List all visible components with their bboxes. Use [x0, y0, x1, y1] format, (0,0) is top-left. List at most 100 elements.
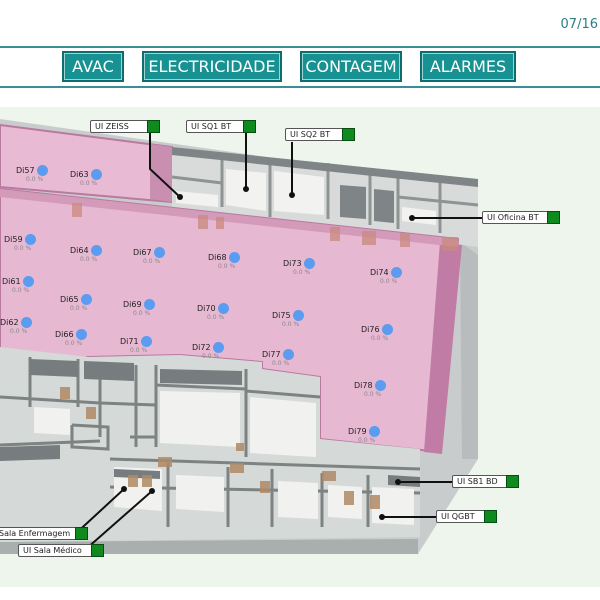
sensor-di77[interactable]: Di77 0.0 %: [262, 349, 294, 367]
nav-divider-bottom: [0, 86, 600, 88]
sensor-label: Di63: [70, 170, 89, 179]
unit-tag-oficina-bt[interactable]: UI Oficina BT: [482, 211, 560, 224]
sensor-value: 0.0 %: [272, 360, 290, 367]
sensor-dot-icon: [381, 324, 393, 335]
unit-label: UI ZEISS: [95, 122, 129, 131]
status-indicator-icon: [91, 544, 104, 557]
sensor-dot-icon: [143, 299, 155, 310]
sensor-value: 0.0 %: [70, 305, 88, 312]
sensor-label: Di68: [208, 253, 227, 262]
status-indicator-icon: [147, 120, 160, 133]
sensor-di71[interactable]: Di71 0.0 %: [120, 336, 152, 354]
sensor-value: 0.0 %: [143, 258, 161, 265]
unit-tag-sq2-bt[interactable]: UI SQ2 BT: [285, 128, 355, 141]
sensor-di65[interactable]: Di65 0.0 %: [60, 294, 92, 312]
sensor-dot-icon: [75, 329, 87, 340]
sensor-dot-icon: [282, 349, 294, 360]
sensor-value: 0.0 %: [133, 310, 151, 317]
sensor-value: 0.0 %: [80, 256, 98, 263]
building-east-wall: [460, 242, 478, 459]
sensor-value: 0.0 %: [293, 269, 311, 276]
nav-button-contagem[interactable]: CONTAGEM: [300, 51, 402, 82]
floor-plan-view: Di57 0.0 % Di63 0.0 % Di59 0.0 % Di64 0.0 % …: [0, 107, 600, 587]
sensor-value: 0.0 %: [207, 314, 225, 321]
sensor-di67[interactable]: Di67 0.0 %: [133, 247, 165, 265]
sensor-dot-icon: [292, 310, 304, 321]
nav-button-avac[interactable]: AVAC: [62, 51, 124, 82]
unit-label: UI SQ1 BT: [191, 122, 232, 131]
sensor-value: 0.0 %: [12, 287, 30, 294]
sensor-label: Di73: [283, 259, 302, 268]
sensor-value: 0.0 %: [282, 321, 300, 328]
unit-tag-qgbt[interactable]: UI QGBT: [436, 510, 497, 523]
sensor-dot-icon: [36, 165, 48, 176]
status-indicator-icon: [484, 510, 497, 523]
unit-tag-sala-enfermagem[interactable]: Sala Enfermagem: [0, 527, 88, 540]
sensor-value: 0.0 %: [14, 245, 32, 252]
sensor-dot-icon: [374, 380, 386, 391]
sensor-label: Di77: [262, 350, 281, 359]
sensor-di59[interactable]: Di59 0.0 %: [4, 234, 36, 252]
sensor-label: Di67: [133, 248, 152, 257]
unit-tag-zeiss[interactable]: UI ZEISS: [90, 120, 160, 133]
sensor-di79[interactable]: Di79 0.0 %: [348, 426, 380, 444]
sensor-di69[interactable]: Di69 0.0 %: [123, 299, 155, 317]
status-indicator-icon: [243, 120, 256, 133]
sensor-dot-icon: [217, 303, 229, 314]
sensor-value: 0.0 %: [80, 180, 98, 187]
unit-label: UI QGBT: [441, 512, 475, 521]
unit-label: UI SQ2 BT: [290, 130, 331, 139]
sensor-dot-icon: [390, 267, 402, 278]
sensor-label: Di75: [272, 311, 291, 320]
status-indicator-icon: [506, 475, 519, 488]
sensor-value: 0.0 %: [26, 176, 44, 183]
status-indicator-icon: [342, 128, 355, 141]
sensor-dot-icon: [90, 245, 102, 256]
sensor-value: 0.0 %: [202, 353, 220, 360]
sensor-value: 0.0 %: [130, 347, 148, 354]
unit-tag-sb1-bd[interactable]: UI SB1 BD: [452, 475, 519, 488]
sensor-dot-icon: [303, 258, 315, 269]
sensor-dot-icon: [140, 336, 152, 347]
sensor-label: Di74: [370, 268, 389, 277]
sensor-label: Di71: [120, 337, 139, 346]
sensor-di66[interactable]: Di66 0.0 %: [55, 329, 87, 347]
sensor-label: Di72: [192, 343, 211, 352]
sensor-label: Di57: [16, 166, 35, 175]
sensor-di64[interactable]: Di64 0.0 %: [70, 245, 102, 263]
sensor-di78[interactable]: Di78 0.0 %: [354, 380, 386, 398]
sensor-label: Di64: [70, 246, 89, 255]
sensor-di76[interactable]: Di76 0.0 %: [361, 324, 393, 342]
sensor-value: 0.0 %: [10, 328, 28, 335]
sensor-dot-icon: [212, 342, 224, 353]
sensor-di62[interactable]: Di62 0.0 %: [0, 317, 32, 335]
sensor-di75[interactable]: Di75 0.0 %: [272, 310, 304, 328]
sensor-value: 0.0 %: [218, 263, 236, 270]
sensor-label: Di65: [60, 295, 79, 304]
sensor-dot-icon: [22, 276, 34, 287]
sensor-di70[interactable]: Di70 0.0 %: [197, 303, 229, 321]
sensor-di74[interactable]: Di74 0.0 %: [370, 267, 402, 285]
sensor-dot-icon: [20, 317, 32, 328]
sensor-di61[interactable]: Di61 0.0 %: [2, 276, 34, 294]
sensor-di72[interactable]: Di72 0.0 %: [192, 342, 224, 360]
sensor-dot-icon: [228, 252, 240, 263]
unit-tag-sala-medico[interactable]: UI Sala Médico: [18, 544, 104, 557]
unit-tag-sq1-bt[interactable]: UI SQ1 BT: [186, 120, 256, 133]
nav-button-electricidade[interactable]: ELECTRICIDADE: [142, 51, 282, 82]
sensor-label: Di62: [0, 318, 19, 327]
sensor-di57[interactable]: Di57 0.0 %: [16, 165, 48, 183]
unit-label: Sala Enfermagem: [0, 529, 71, 538]
sensor-di73[interactable]: Di73 0.0 %: [283, 258, 315, 276]
sensor-di63[interactable]: Di63 0.0 %: [70, 169, 102, 187]
sensor-dot-icon: [24, 234, 36, 245]
sensor-dot-icon: [153, 247, 165, 258]
sensor-dot-icon: [368, 426, 380, 437]
unit-label: UI SB1 BD: [457, 477, 498, 486]
sensor-label: Di69: [123, 300, 142, 309]
nav-button-alarmes[interactable]: ALARMES: [420, 51, 516, 82]
sensor-di68[interactable]: Di68 0.0 %: [208, 252, 240, 270]
sensor-value: 0.0 %: [65, 340, 83, 347]
unit-label: UI Oficina BT: [487, 213, 539, 222]
sensor-dot-icon: [80, 294, 92, 305]
